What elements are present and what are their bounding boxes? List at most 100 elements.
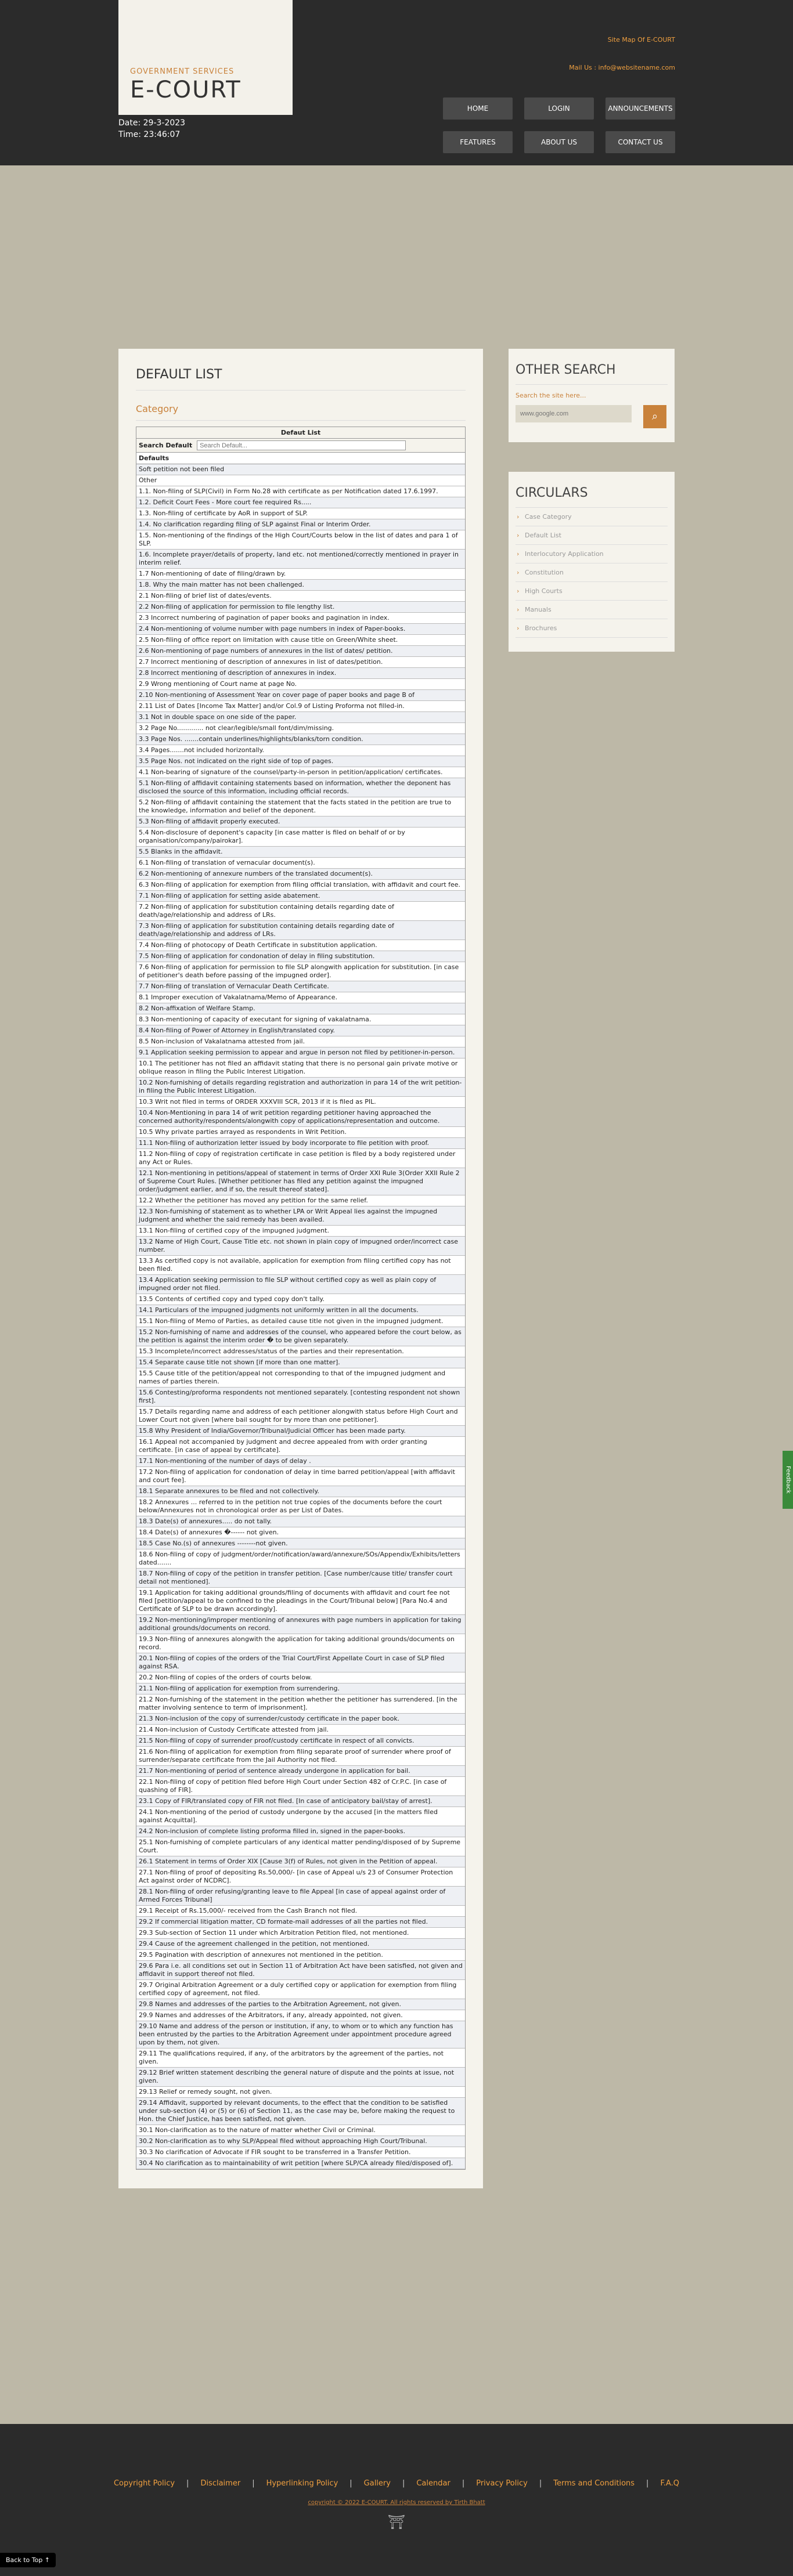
list-item[interactable]: 5.2 Non-filing of affidavit containing t… [136, 797, 465, 816]
list-item[interactable]: 2.1 Non-filing of brief list of dates/ev… [136, 591, 465, 602]
list-item[interactable]: 2.4 Non-mentioning of volume number with… [136, 624, 465, 635]
list-item[interactable]: 15.4 Separate cause title not shown [if … [136, 1357, 465, 1368]
list-item[interactable]: 24.1 Non-mentioning of the period of cus… [136, 1807, 465, 1826]
list-item[interactable]: 11.2 Non-filing of copy of registration … [136, 1149, 465, 1168]
list-item[interactable]: 12.3 Non-furnishing of statement as to w… [136, 1206, 465, 1226]
back-to-top-button[interactable]: Back to Top ↑ [0, 2553, 56, 2567]
list-item[interactable]: 29.2 If commercial litigation matter, CD… [136, 1917, 465, 1928]
list-item[interactable]: 29.5 Pagination with description of anne… [136, 1950, 465, 1961]
footer-link[interactable]: Copyright Policy [114, 2479, 175, 2488]
list-item[interactable]: 13.3 As certified copy is not available,… [136, 1256, 465, 1275]
nav-login[interactable]: LOGIN [524, 97, 594, 120]
circular-item[interactable]: Interlocutory Application [516, 545, 668, 563]
list-item[interactable]: 15.2 Non-furnishing of name and addresse… [136, 1327, 465, 1346]
list-item[interactable]: 18.7 Non-filing of copy of the petition … [136, 1569, 465, 1588]
list-item[interactable]: 5.3 Non-filing of affidavit properly exe… [136, 816, 465, 828]
list-item[interactable]: 21.4 Non-inclusion of Custody Certificat… [136, 1725, 465, 1736]
list-item[interactable]: 29.6 Para i.e. all conditions set out in… [136, 1961, 465, 1980]
list-item[interactable]: 10.2 Non-furnishing of details regarding… [136, 1078, 465, 1097]
list-item[interactable]: 26.1 Statement in terms of Order XIX [Ca… [136, 1856, 465, 1867]
list-item[interactable]: 8.5 Non-inclusion of Vakalatnama atteste… [136, 1036, 465, 1047]
nav-announcements[interactable]: ANNOUNCEMENTS [605, 97, 675, 120]
list-item[interactable]: 25.1 Non-furnishing of complete particul… [136, 1837, 465, 1856]
footer-link[interactable]: Calendar [416, 2479, 450, 2488]
list-item[interactable]: 29.14 Affidavit, supported by relevant d… [136, 2098, 465, 2125]
list-item[interactable]: 1.5. Non-mentioning of the findings of t… [136, 530, 465, 550]
list-item[interactable]: 29.4 Cause of the agreement challenged i… [136, 1939, 465, 1950]
list-item[interactable]: 21.3 Non-inclusion of the copy of surren… [136, 1714, 465, 1725]
list-item[interactable]: 24.2 Non-inclusion of complete listing p… [136, 1826, 465, 1837]
list-item[interactable]: 5.5 Blanks in the affidavit. [136, 847, 465, 858]
list-item[interactable]: 3.2 Page No............. not clear/legib… [136, 723, 465, 734]
feedback-tab[interactable]: Feedback [783, 1451, 793, 1509]
mail-link[interactable]: Mail Us : info@websitename.com [569, 54, 675, 82]
list-item[interactable]: 2.6 Non-mentioning of page numbers of an… [136, 646, 465, 657]
logo[interactable]: GOVERNMENT SERVICES E-COURT [118, 0, 293, 115]
list-item[interactable]: 29.3 Sub-section of Section 11 under whi… [136, 1928, 465, 1939]
footer-link[interactable]: Gallery [364, 2479, 391, 2488]
list-item[interactable]: 18.1 Separate annexures to be filed and … [136, 1486, 465, 1497]
list-item[interactable]: 18.6 Non-filing of copy of judgment/orde… [136, 1549, 465, 1569]
list-item[interactable]: 20.2 Non-filing of copies of the orders … [136, 1672, 465, 1683]
list-item[interactable]: 21.1 Non-filing of application for exemp… [136, 1683, 465, 1695]
list-item[interactable]: 15.5 Cause title of the petition/appeal … [136, 1368, 465, 1388]
list-item[interactable]: 7.4 Non-filing of photocopy of Death Cer… [136, 940, 465, 951]
list-item[interactable]: 6.1 Non-filing of translation of vernacu… [136, 858, 465, 869]
list-item[interactable]: 21.5 Non-filing of copy of surrender pro… [136, 1736, 465, 1747]
list-item[interactable]: 7.5 Non-filing of application for condon… [136, 951, 465, 962]
circular-item[interactable]: Constitution [516, 563, 668, 582]
list-item[interactable]: 6.3 Non-filing of application for exempt… [136, 880, 465, 891]
list-item[interactable]: 18.2 Annexures ... referred to in the pe… [136, 1497, 465, 1516]
list-item[interactable]: 1.3. Non-filing of certificate by AoR in… [136, 508, 465, 519]
search-button[interactable]: ⌕ [643, 405, 666, 428]
list-item[interactable]: 30.2 Non-clarification as to why SLP/App… [136, 2136, 465, 2147]
circular-item[interactable]: Default List [516, 526, 668, 545]
nav-about[interactable]: ABOUT US [524, 131, 594, 153]
footer-link[interactable]: Privacy Policy [476, 2479, 528, 2488]
list-item[interactable]: 10.1 The petitioner has not filed an aff… [136, 1058, 465, 1078]
list-item[interactable]: 7.2 Non-filing of application for substi… [136, 902, 465, 921]
list-item[interactable]: 5.1 Non-filing of affidavit containing s… [136, 778, 465, 797]
list-item[interactable]: 9.1 Application seeking permission to ap… [136, 1047, 465, 1058]
list-item[interactable]: 3.3 Page Nos. .......contain underlines/… [136, 734, 465, 745]
list-item[interactable]: 2.8 Incorrect mentioning of description … [136, 668, 465, 679]
copyright[interactable]: copyright © 2022 E-COURT. All rights res… [0, 2499, 793, 2506]
list-item[interactable]: 8.3 Non-mentioning of capacity of execut… [136, 1014, 465, 1025]
list-item[interactable]: 1.7 Non-mentioning of date of filing/dra… [136, 569, 465, 580]
list-item[interactable]: 1.2. Deficit Court Fees - More court fee… [136, 497, 465, 508]
list-item[interactable]: 29.11 The qualifications required, if an… [136, 2048, 465, 2068]
list-item[interactable]: 1.6. Incomplete prayer/details of proper… [136, 550, 465, 569]
list-item[interactable]: 30.4 No clarification as to maintainabil… [136, 2158, 465, 2169]
nav-features[interactable]: FEATURES [443, 131, 513, 153]
list-item[interactable]: 27.1 Non-filing of proof of depositing R… [136, 1867, 465, 1887]
list-item[interactable]: 29.1 Receipt of Rs.15,000/- received fro… [136, 1906, 465, 1917]
list-item[interactable]: 7.3 Non-filing of application for substi… [136, 921, 465, 940]
list-item[interactable]: 5.4 Non-disclosure of deponent's capacit… [136, 828, 465, 847]
circular-item[interactable]: Manuals [516, 601, 668, 619]
list-item[interactable]: 8.4 Non-filing of Power of Attorney in E… [136, 1025, 465, 1036]
list-item[interactable]: 17.2 Non-filing of application for condo… [136, 1467, 465, 1486]
list-item[interactable]: 23.1 Copy of FIR/translated copy of FIR … [136, 1796, 465, 1807]
list-item[interactable]: 18.3 Date(s) of annexures..... do not ta… [136, 1516, 465, 1527]
list-item[interactable]: Other [136, 475, 465, 486]
list-item[interactable]: 10.5 Why private parties arrayed as resp… [136, 1127, 465, 1138]
list-item[interactable]: 15.3 Incomplete/incorrect addresses/stat… [136, 1346, 465, 1357]
nav-home[interactable]: HOME [443, 97, 513, 120]
site-search-input[interactable] [516, 405, 632, 422]
list-item[interactable]: 13.2 Name of High Court, Cause Title etc… [136, 1237, 465, 1256]
list-item[interactable]: 2.2 Non-filing of application for permis… [136, 602, 465, 613]
list-item[interactable]: 1.8. Why the main matter has not been ch… [136, 580, 465, 591]
list-item[interactable]: 19.2 Non-mentioning/improper mentioning … [136, 1615, 465, 1634]
list-item[interactable]: 29.7 Original Arbitration Agreement or a… [136, 1980, 465, 1999]
list-item[interactable]: 2.11 List of Dates [Income Tax Matter] a… [136, 701, 465, 712]
footer-link[interactable]: Hyperlinking Policy [266, 2479, 338, 2488]
list-item[interactable]: 2.10 Non-mentioning of Assessment Year o… [136, 690, 465, 701]
footer-link[interactable]: Disclaimer [200, 2479, 240, 2488]
list-item[interactable]: 3.5 Page Nos. not indicated on the right… [136, 756, 465, 767]
list-item[interactable]: 20.1 Non-filing of copies of the orders … [136, 1653, 465, 1672]
list-item[interactable]: 2.5 Non-filing of office report on limit… [136, 635, 465, 646]
footer-link[interactable]: Terms and Conditions [553, 2479, 635, 2488]
list-item[interactable]: 1.1. Non-filing of SLP(Civil) in Form No… [136, 486, 465, 497]
list-item[interactable]: 14.1 Particulars of the impugned judgmen… [136, 1305, 465, 1316]
list-item[interactable]: 15.7 Details regarding name and address … [136, 1407, 465, 1426]
